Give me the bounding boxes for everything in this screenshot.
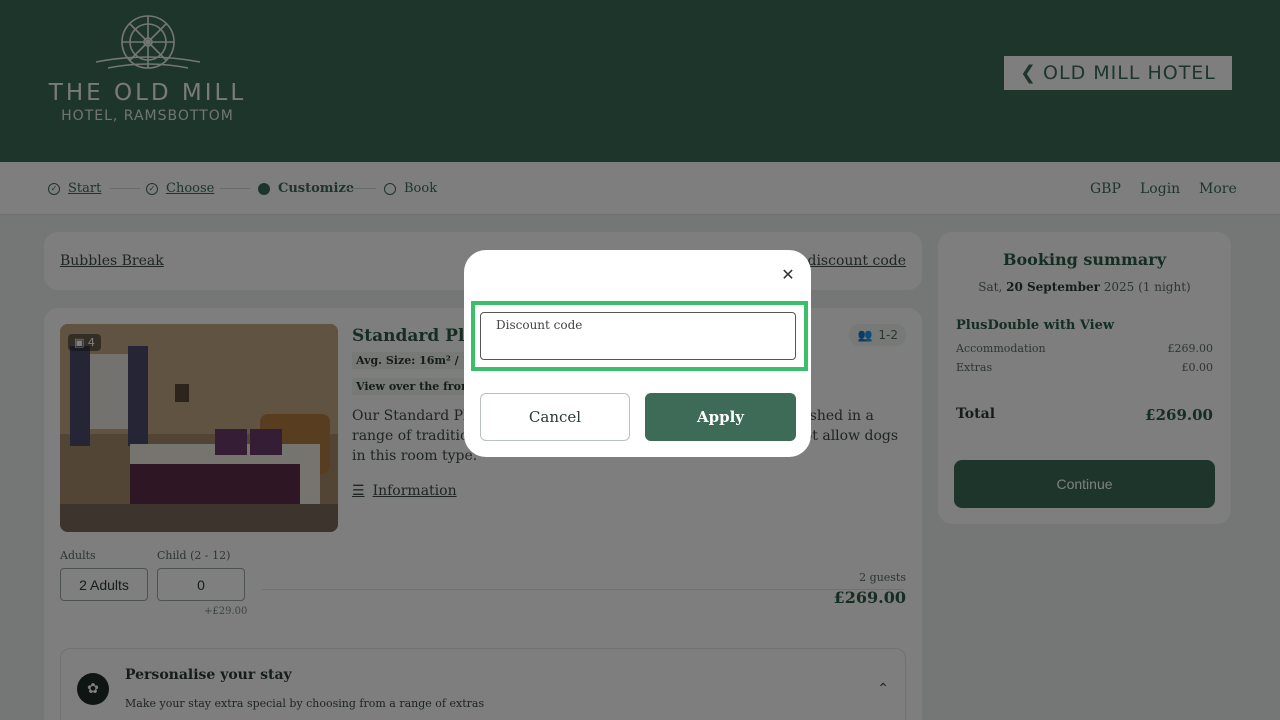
apply-button[interactable]: Apply bbox=[645, 393, 796, 441]
discount-code-field[interactable]: Discount code bbox=[480, 312, 796, 360]
discount-code-input[interactable] bbox=[495, 335, 785, 355]
close-icon[interactable]: ✕ bbox=[778, 264, 798, 284]
discount-code-label: Discount code bbox=[496, 318, 583, 332]
discount-code-dialog: ✕ Discount code Cancel Apply bbox=[464, 250, 811, 457]
cancel-button[interactable]: Cancel bbox=[480, 393, 630, 441]
